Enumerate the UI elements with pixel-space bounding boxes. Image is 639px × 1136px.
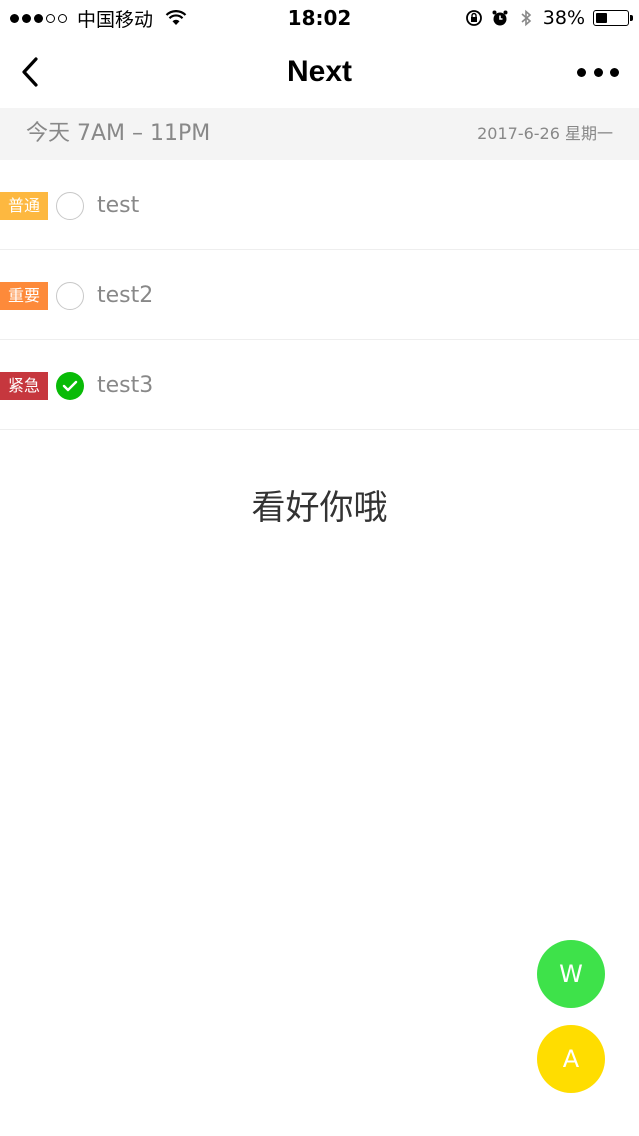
task-checkbox[interactable] [56,282,84,310]
battery-percentage: 38% [542,7,585,29]
task-title: test2 [97,283,154,308]
task-checkbox[interactable] [56,192,84,220]
fab-a-button[interactable]: A [537,1025,605,1093]
priority-tag: 重要 [0,282,48,310]
task-row[interactable]: 重要 test2 [0,250,639,340]
checkmark-icon [62,380,78,392]
status-bar: 中国移动 18:02 38% [0,0,639,36]
task-row[interactable]: 紧急 test3 [0,340,639,430]
date-label: 2017-6-26 星期一 [477,124,613,143]
rotation-lock-icon [465,10,482,26]
priority-tag: 普通 [0,192,48,220]
time-range-label: 今天 7AM – 11PM [26,121,211,146]
bluetooth-icon [521,9,531,27]
priority-tag: 紧急 [0,372,48,400]
more-horizontal-icon [577,67,586,77]
alarm-clock-icon [492,10,508,26]
battery-icon [593,10,633,26]
navigation-bar: Next [0,36,639,108]
encouragement-text: 看好你哦 [251,488,388,528]
date-header: 今天 7AM – 11PM 2017-6-26 星期一 [0,108,639,160]
task-checkbox[interactable] [56,372,84,400]
more-options-button[interactable] [577,58,619,86]
task-list: 普通 test 重要 test2 紧急 test3 [0,160,639,430]
task-title: test [97,193,140,218]
status-right: 38% [465,0,633,36]
task-row[interactable]: 普通 test [0,160,639,250]
page-title: Next [286,55,353,88]
fab-w-button[interactable]: W [537,940,605,1008]
task-title: test3 [97,373,154,398]
app-screen: 中国移动 18:02 38% Next 今天 7AM – 11PM 2017-6… [0,0,639,1136]
